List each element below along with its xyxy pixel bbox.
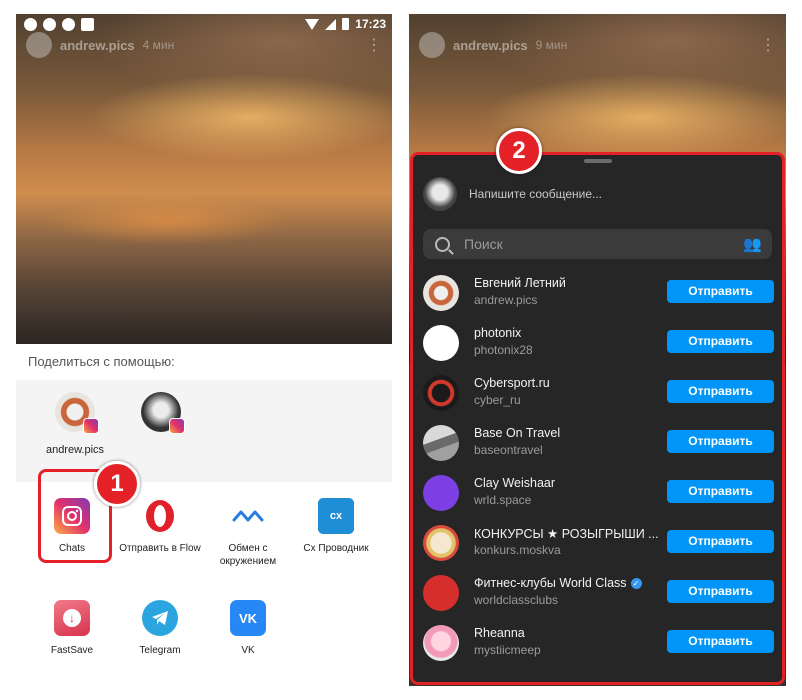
contact-username: baseontravel (474, 443, 543, 457)
contact-name: Clay Weishaar (474, 476, 556, 490)
app-label: FastSave (50, 645, 94, 656)
app-cx-explorer[interactable]: cx Cx Проводник (290, 498, 382, 555)
avatar (55, 392, 99, 434)
app-vk[interactable]: VK VK (202, 600, 294, 657)
add-people-icon[interactable]: 👥 (743, 235, 762, 253)
share-title: Поделиться с помощью: (28, 354, 175, 369)
list-item: Base On Travel baseontravel Отправить (413, 419, 782, 469)
list-item: КОНКУРСЫ ★ РОЗЫГРЫШИ ... konkurs.moskva … (413, 519, 782, 569)
signal-icon (325, 18, 337, 30)
contact-username: andrew.pics (474, 293, 538, 307)
avatar[interactable] (26, 32, 52, 58)
sheet-handle[interactable] (583, 159, 612, 163)
contact-username: worldclassclubs (474, 593, 559, 607)
avatar (423, 575, 459, 611)
instagram-icon (169, 418, 185, 434)
app-nearby-share[interactable]: Обмен с окружением (202, 498, 294, 568)
message-input[interactable]: Напишите сообщение... (469, 187, 602, 201)
search-bar[interactable]: Поиск 👥 (423, 229, 772, 259)
avatar (423, 425, 459, 461)
list-item: Cybersport.ru cyber_ru Отправить (413, 369, 782, 419)
send-button[interactable]: Отправить (667, 630, 774, 653)
avatar (423, 625, 459, 661)
app-opera-flow[interactable]: Отправить в Flow (114, 498, 206, 555)
search-input[interactable]: Поиск (464, 236, 503, 252)
send-button[interactable]: Отправить (667, 430, 774, 453)
avatar (423, 475, 459, 511)
contact-name: Евгений Летний (474, 276, 566, 290)
contact-name: Base On Travel (474, 426, 561, 440)
contact-username: photonix28 (474, 343, 533, 357)
direct-target[interactable]: andrew.pics (40, 392, 110, 456)
step-badge: 2 (496, 128, 542, 174)
contact-username: cyber_ru (474, 393, 521, 407)
avatar (423, 375, 459, 411)
list-item: Rheanna mystiicmeep Отправить (413, 619, 782, 669)
story-background (16, 14, 392, 364)
vk-icon: VK (230, 600, 266, 636)
contact-username: mystiicmeep (474, 643, 541, 657)
direct-share-row: andrew.pics (16, 380, 392, 482)
contact-username: wrld.space (474, 493, 532, 507)
story-header: andrew.pics 4 мин ⋮ (26, 30, 382, 60)
send-button[interactable]: Отправить (667, 380, 774, 403)
story-username[interactable]: andrew.pics (453, 38, 528, 53)
contact-name: Cybersport.ru (474, 376, 550, 390)
avatar (423, 177, 457, 211)
app-label: VK (241, 645, 255, 656)
more-icon[interactable]: ⋮ (760, 35, 776, 55)
instagram-icon (83, 418, 99, 434)
left-screen: 17:23 andrew.pics 4 мин ⋮ Поделиться с п… (16, 14, 392, 686)
avatar (423, 275, 459, 311)
list-item: Фитнес-клубы World Class ✓ worldclassclub… (413, 569, 782, 619)
contact-name: КОНКУРСЫ ★ РОЗЫГРЫШИ ... (474, 527, 659, 541)
send-button[interactable]: Отправить (667, 480, 774, 503)
verified-icon: ✓ (630, 578, 642, 590)
direct-target-label: andrew.pics (45, 444, 105, 456)
clock: 17:23 (355, 17, 386, 31)
message-row: Напишите сообщение... (423, 177, 602, 211)
list-item: photonix photonix28 Отправить (413, 319, 782, 369)
app-telegram[interactable]: Telegram (114, 600, 206, 657)
send-button[interactable]: Отправить (667, 280, 774, 303)
right-screen: andrew.pics 9 мин ⋮ Напишите сообщение..… (409, 14, 786, 686)
search-icon (435, 236, 450, 252)
story-time: 9 мин (535, 38, 568, 52)
cx-folder-icon: cx (318, 498, 354, 534)
contact-name: photonix (474, 326, 522, 340)
avatar (423, 325, 459, 361)
contact-username: konkurs.moskva (474, 543, 561, 557)
app-label: Cx Проводник (303, 543, 369, 554)
wifi-icon (305, 18, 320, 30)
send-button[interactable]: Отправить (667, 580, 774, 603)
telegram-icon (142, 600, 178, 636)
app-label: Telegram (139, 645, 181, 656)
app-label: Отправить в Flow (119, 543, 201, 554)
list-item: Евгений Летний andrew.pics Отправить (413, 269, 782, 319)
step-badge: 1 (94, 461, 140, 507)
contact-name-text: Фитнес-клубы World Class (474, 576, 627, 590)
avatar[interactable] (419, 32, 445, 58)
app-fastsave[interactable]: ↓ FastSave (26, 600, 118, 657)
avatar (423, 525, 459, 561)
send-button[interactable]: Отправить (667, 330, 774, 353)
app-label: Обмен с окружением (219, 543, 277, 567)
contact-name: Фитнес-клубы World Class ✓ (474, 576, 642, 590)
send-to-sheet: Напишите сообщение... Поиск 👥 Евгений Ле… (410, 152, 785, 685)
story-time: 4 мин (142, 38, 175, 52)
story-header: andrew.pics 9 мин ⋮ (419, 30, 776, 60)
more-icon[interactable]: ⋮ (366, 35, 382, 55)
contact-name: Rheanna (474, 626, 525, 640)
nearby-share-icon (230, 498, 266, 534)
avatar (141, 392, 185, 434)
send-button[interactable]: Отправить (667, 530, 774, 553)
story-username[interactable]: andrew.pics (60, 38, 135, 53)
direct-target[interactable] (126, 392, 196, 444)
fastsave-icon: ↓ (54, 600, 90, 636)
battery-icon (342, 18, 350, 30)
list-item: Clay Weishaar wrld.space Отправить (413, 469, 782, 519)
opera-icon (142, 498, 178, 534)
